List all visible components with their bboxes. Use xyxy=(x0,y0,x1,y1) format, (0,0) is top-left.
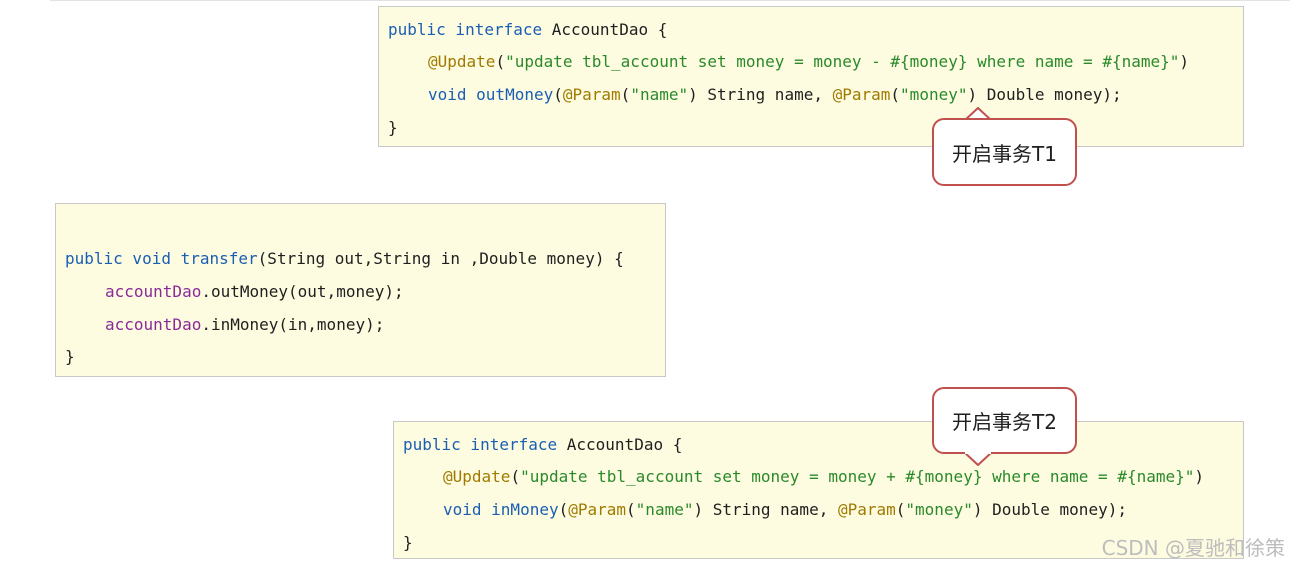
field: accountDao xyxy=(105,315,202,334)
code-line-2: @Update("update tbl_account set money = … xyxy=(428,52,1189,72)
paren: ( xyxy=(558,500,569,519)
signature: (String out,String in ,Double money) { xyxy=(257,249,624,268)
code-line-4: } xyxy=(388,118,398,137)
string: "money" xyxy=(900,85,968,104)
code-line-4: } xyxy=(403,533,413,552)
callout-begin-transaction-t2: 开启事务T2 xyxy=(932,387,1077,454)
callout-t2-pointer xyxy=(962,452,994,466)
param-text: ) String name, xyxy=(688,85,833,104)
call: .outMoney(out,money); xyxy=(201,282,404,301)
transfer-method-code-box: public void transfer(String out,String i… xyxy=(55,203,666,377)
keyword: void xyxy=(443,500,482,519)
annotation: @Param xyxy=(568,500,627,519)
field: accountDao xyxy=(105,282,202,301)
keyword: public void xyxy=(65,249,171,268)
paren: ( xyxy=(890,85,901,104)
interface-name: AccountDao { xyxy=(542,20,668,39)
code-line-1: public interface AccountDao { xyxy=(403,435,682,455)
code-line-3: void inMoney(@Param("name") String name,… xyxy=(443,500,1127,520)
annotation: @Update xyxy=(443,467,511,486)
watermark: CSDN @夏驰和徐策 xyxy=(1101,536,1285,560)
paren: ( xyxy=(510,467,521,486)
paren: ) xyxy=(1194,467,1205,486)
annotation: @Param xyxy=(562,85,621,104)
keyword: public interface xyxy=(388,20,543,39)
paren: ) xyxy=(1179,52,1190,71)
method-name: inMoney xyxy=(481,500,559,519)
paren: ( xyxy=(895,500,906,519)
paren: ( xyxy=(626,500,636,519)
code-line-1: public interface AccountDao { xyxy=(388,20,667,40)
code-line-2: @Update("update tbl_account set money = … xyxy=(443,467,1204,487)
call: .inMoney(in,money); xyxy=(201,315,385,334)
sql-string: "update tbl_account set money = money + … xyxy=(520,467,1195,486)
string: "name" xyxy=(630,85,689,104)
annotation: @Param xyxy=(832,85,891,104)
string: "name" xyxy=(635,500,694,519)
method-name: outMoney xyxy=(466,85,554,104)
param-text: ) String name, xyxy=(693,500,838,519)
top-divider xyxy=(50,0,1290,1)
callout-t2-label: 开启事务T2 xyxy=(952,410,1057,434)
string: "money" xyxy=(905,500,973,519)
interface-name: AccountDao { xyxy=(557,435,683,454)
annotation: @Param xyxy=(837,500,896,519)
param-text: ) Double money); xyxy=(972,500,1127,519)
paren: ( xyxy=(553,85,563,104)
code-line-2: accountDao.outMoney(out,money); xyxy=(105,282,404,302)
code-line-3: accountDao.inMoney(in,money); xyxy=(105,315,384,335)
paren: ( xyxy=(620,85,631,104)
keyword: public interface xyxy=(403,435,558,454)
account-dao-outmoney-code-box: public interface AccountDao { @Update("u… xyxy=(378,6,1244,147)
paren: ( xyxy=(495,52,506,71)
callout-t1-label: 开启事务T1 xyxy=(952,141,1057,166)
annotation: @Update xyxy=(428,52,496,71)
method-name: transfer xyxy=(170,249,258,268)
keyword: void xyxy=(428,85,467,104)
callout-begin-transaction-t1: 开启事务T1 xyxy=(932,118,1077,186)
code-line-1: public void transfer(String out,String i… xyxy=(65,249,624,269)
sql-string: "update tbl_account set money = money - … xyxy=(505,52,1180,71)
param-text: ) Double money); xyxy=(967,85,1122,104)
code-line-3: void outMoney(@Param("name") String name… xyxy=(428,85,1122,105)
code-line-4: } xyxy=(65,347,75,366)
